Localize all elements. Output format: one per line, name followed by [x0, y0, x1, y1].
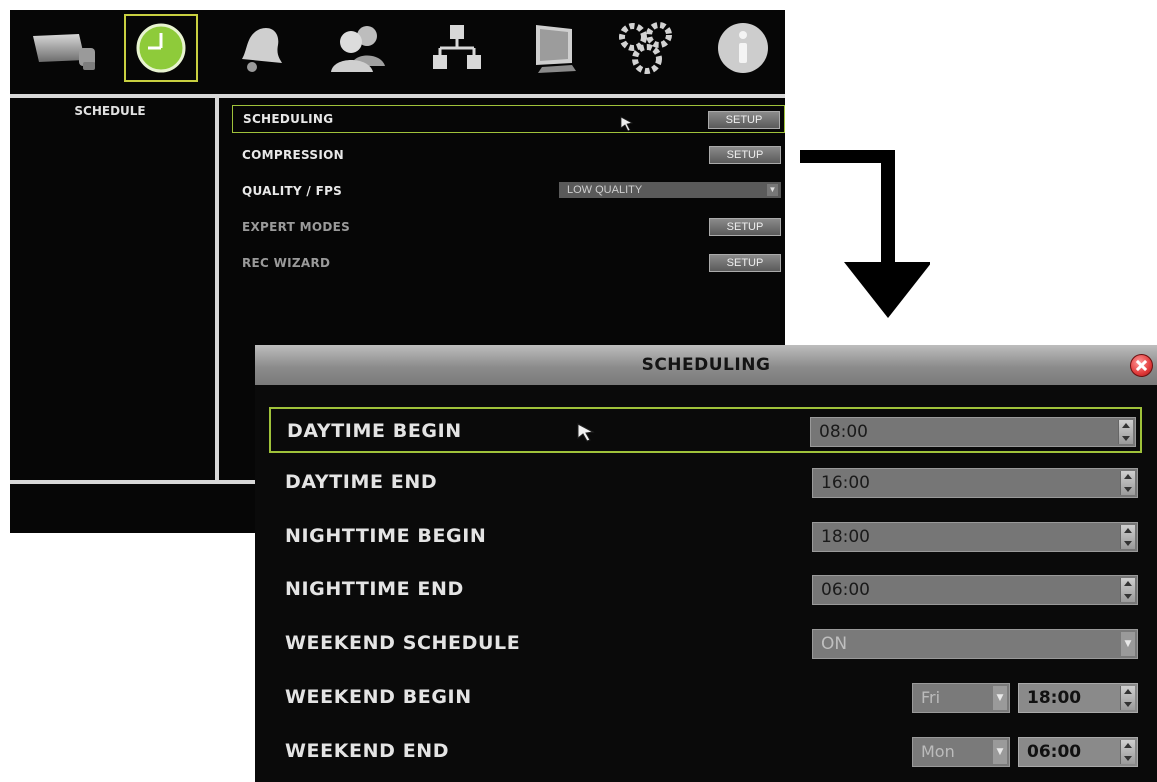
dialog-title: SCHEDULING	[255, 345, 1157, 385]
gears-icon[interactable]	[610, 14, 684, 82]
daytime-begin-row[interactable]: DAYTIME BEGIN 08:00	[269, 407, 1142, 453]
menu-top-divider	[10, 94, 785, 98]
nighttime-begin-row[interactable]: NIGHTTIME BEGIN 18:00	[269, 514, 1142, 560]
weekend-end-day-select[interactable]: Mon ▼	[912, 737, 1010, 767]
menu-vertical-divider	[215, 98, 219, 480]
weekend-end-row[interactable]: WEEKEND END Mon ▼ 06:00	[269, 729, 1142, 775]
weekend-begin-time-input[interactable]: 18:00	[1018, 683, 1138, 713]
nighttime-end-value: 06:00	[821, 580, 870, 600]
daytime-begin-time-input[interactable]: 08:00	[810, 417, 1136, 447]
spinner-icon[interactable]	[1120, 525, 1135, 549]
sidebar-item-schedule[interactable]: SCHEDULE	[40, 104, 180, 118]
chevron-down-icon: ▼	[993, 740, 1007, 764]
bell-icon[interactable]	[222, 14, 296, 82]
menu-row-rec-wizard[interactable]: REC WIZARD SETUP	[232, 249, 785, 277]
weekend-begin-day-value: Fri	[921, 688, 941, 707]
menu-row-quality-fps[interactable]: QUALITY / FPS LOW QUALITY ▼	[232, 177, 785, 205]
weekend-schedule-row[interactable]: WEEKEND SCHEDULE ON ▼	[269, 621, 1142, 667]
nighttime-end-row[interactable]: NIGHTTIME END 06:00	[269, 567, 1142, 613]
spinner-icon[interactable]	[1120, 471, 1135, 495]
nighttime-begin-time-input[interactable]: 18:00	[812, 522, 1138, 552]
menu-row-label: QUALITY / FPS	[242, 184, 343, 198]
daytime-end-time-input[interactable]: 16:00	[812, 468, 1138, 498]
scheduling-dialog: SCHEDULING DAYTIME BEGIN 08:00 DAYTIME E…	[255, 345, 1157, 782]
daytime-end-label: DAYTIME END	[285, 471, 438, 493]
menu-row-expert-modes[interactable]: EXPERT MODES SETUP	[232, 213, 785, 241]
close-icon[interactable]	[1130, 354, 1153, 377]
users-icon[interactable]	[322, 14, 396, 82]
camera-icon[interactable]	[28, 14, 102, 82]
chevron-down-icon: ▼	[767, 184, 778, 196]
weekend-end-time-input[interactable]: 06:00	[1018, 737, 1138, 767]
weekend-end-day-value: Mon	[921, 742, 955, 761]
nighttime-begin-value: 18:00	[821, 527, 870, 547]
weekend-begin-day-select[interactable]: Fri ▼	[912, 683, 1010, 713]
weekend-end-time-value: 06:00	[1027, 742, 1082, 762]
clock-icon[interactable]	[124, 14, 198, 82]
rec-wizard-setup-button[interactable]: SETUP	[709, 254, 781, 272]
weekend-begin-label: WEEKEND BEGIN	[285, 686, 472, 708]
menu-row-scheduling[interactable]: SCHEDULING SETUP	[232, 105, 785, 133]
spinner-icon[interactable]	[1118, 420, 1133, 444]
monitor-icon[interactable]	[518, 14, 592, 82]
mouse-cursor-icon	[577, 423, 595, 442]
weekend-end-label: WEEKEND END	[285, 740, 450, 762]
daytime-begin-label: DAYTIME BEGIN	[287, 420, 462, 442]
mouse-cursor-icon	[620, 116, 634, 132]
nighttime-begin-label: NIGHTTIME BEGIN	[285, 525, 487, 547]
compression-setup-button[interactable]: SETUP	[709, 146, 781, 164]
chevron-down-icon: ▼	[993, 686, 1007, 710]
top-icon-bar	[10, 10, 785, 92]
weekend-schedule-value: ON	[821, 634, 848, 654]
menu-row-label: REC WIZARD	[242, 256, 331, 270]
nighttime-end-time-input[interactable]: 06:00	[812, 575, 1138, 605]
scheduling-setup-button[interactable]: SETUP	[708, 111, 780, 129]
spinner-icon[interactable]	[1120, 740, 1135, 764]
chevron-down-icon: ▼	[1121, 632, 1135, 656]
quality-select-value: LOW QUALITY	[567, 184, 643, 196]
menu-row-label: SCHEDULING	[243, 112, 334, 126]
weekend-schedule-label: WEEKEND SCHEDULE	[285, 632, 521, 654]
info-icon[interactable]	[706, 14, 780, 82]
menu-row-label: COMPRESSION	[242, 148, 344, 162]
menu-row-label: EXPERT MODES	[242, 220, 351, 234]
daytime-begin-value: 08:00	[819, 422, 868, 442]
weekend-begin-row[interactable]: WEEKEND BEGIN Fri ▼ 18:00	[269, 675, 1142, 721]
weekend-begin-time-value: 18:00	[1027, 688, 1082, 708]
arrow-down-right-icon	[800, 150, 930, 318]
spinner-icon[interactable]	[1120, 578, 1135, 602]
quality-select[interactable]: LOW QUALITY ▼	[559, 182, 781, 198]
network-icon[interactable]	[420, 14, 494, 82]
daytime-end-row[interactable]: DAYTIME END 16:00	[269, 460, 1142, 506]
nighttime-end-label: NIGHTTIME END	[285, 578, 464, 600]
expert-modes-setup-button[interactable]: SETUP	[709, 218, 781, 236]
spinner-icon[interactable]	[1120, 686, 1135, 710]
menu-row-compression[interactable]: COMPRESSION SETUP	[232, 141, 785, 169]
daytime-end-value: 16:00	[821, 473, 870, 493]
weekend-schedule-select[interactable]: ON ▼	[812, 629, 1138, 659]
